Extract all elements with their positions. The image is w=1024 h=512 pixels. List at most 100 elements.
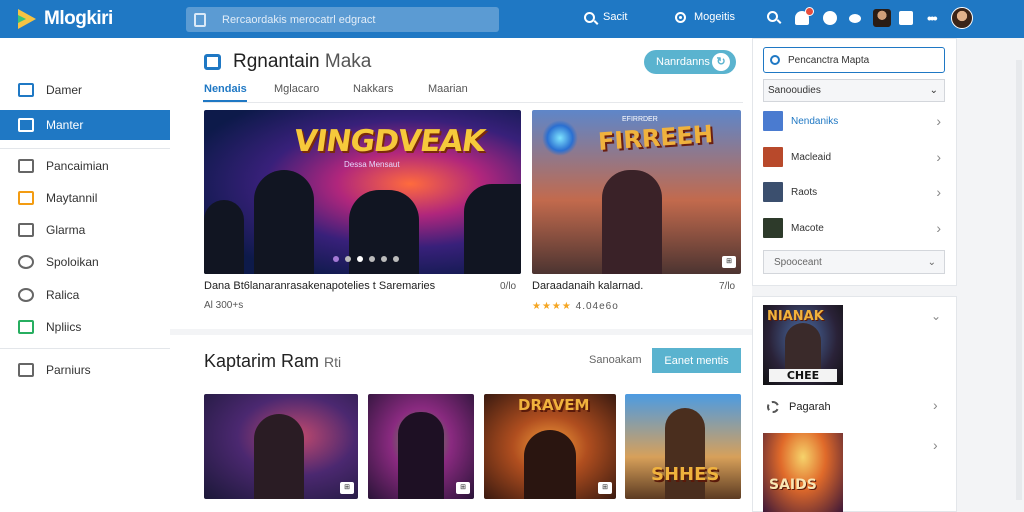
panel-link-label: Pagarah	[789, 401, 831, 413]
panel-search[interactable]	[763, 47, 945, 73]
sidebar-item-parniurs[interactable]: Parniurs	[0, 355, 170, 385]
sidebar-item-glarma[interactable]: Glarma	[0, 215, 170, 245]
search-bar[interactable]	[186, 7, 499, 32]
tab-mglacaro[interactable]: Mglacaro	[274, 83, 319, 95]
sidebar-item-label: Maytannil	[46, 191, 98, 205]
top-profile-link[interactable]: Mogeitis	[675, 11, 735, 23]
section-link[interactable]: Sanoakam	[589, 354, 642, 366]
search-icon	[767, 11, 778, 22]
inbox-icon[interactable]	[899, 11, 913, 25]
panel-row[interactable]: Nendaniks ›	[763, 106, 945, 136]
chevron-right-icon: ›	[936, 113, 941, 129]
featured-caption[interactable]: Daraadanaih kalarnad.	[532, 280, 643, 292]
top-bar: Mlogkiri Sacit Mogeitis •••	[0, 0, 1024, 38]
right-recommend-panel: NIANAK CHEE ⌄ Pagarah › › SAIDS	[752, 296, 957, 512]
thumb-badge-icon: ⊞	[340, 482, 354, 494]
game-thumb[interactable]: DRAVEM ⊞	[484, 394, 616, 499]
panel-search-input[interactable]	[788, 54, 938, 66]
sidebar-item-label: Pancaimian	[46, 159, 109, 173]
more-dots-icon[interactable]: •••	[927, 10, 939, 26]
sidebar-item-label: Npliics	[46, 320, 82, 334]
chevron-right-icon[interactable]: ›	[933, 397, 952, 413]
page-title: Rgnantain Maka	[233, 51, 371, 73]
card-badge-icon: ⊞	[722, 256, 736, 268]
panel-link[interactable]: Pagarah	[767, 401, 831, 413]
hero-banner[interactable]: VINGDVEAK Dessa Mensaut	[204, 110, 521, 274]
section-divider	[170, 329, 752, 335]
chevron-right-icon[interactable]: ›	[933, 437, 952, 453]
carousel-dot[interactable]	[393, 256, 399, 262]
rating-text: 4.04e6o	[575, 301, 619, 312]
sidebar-item-label: Spoloikan	[46, 255, 99, 269]
hero-subtitle: Dessa Mensaut	[344, 160, 400, 169]
refresh-icon: ↻	[712, 53, 730, 71]
top-search-link[interactable]: Sacit	[584, 11, 627, 23]
chat-icon[interactable]	[823, 11, 837, 25]
sidebar-item-maytannil[interactable]: Maytannil	[0, 183, 170, 213]
game-thumb[interactable]: ⊞	[204, 394, 358, 499]
bookmark-icon	[18, 118, 34, 132]
carousel-dots[interactable]	[333, 256, 405, 262]
carousel-dot[interactable]	[381, 256, 387, 262]
puzzle-icon	[18, 320, 34, 334]
search-icon-button[interactable]	[767, 11, 781, 25]
tab-nakkars[interactable]: Nakkars	[353, 83, 393, 95]
tab-maarian[interactable]: Maarian	[428, 83, 468, 95]
sidebar-item-ralica[interactable]: Ralica	[0, 280, 170, 310]
sidebar-item-label: Parniurs	[46, 363, 91, 377]
gear-icon	[767, 401, 779, 413]
panel-select[interactable]: Sanooudies ⌄	[763, 79, 945, 102]
chevron-down-icon[interactable]: ⌄	[931, 309, 941, 323]
section-action-button[interactable]: Eanet mentis	[652, 348, 741, 373]
section-title-light: Rti	[324, 354, 342, 370]
game-thumb[interactable]: ⊞	[368, 394, 474, 499]
panel-select-secondary[interactable]: Spooceant ⌄	[763, 250, 945, 274]
featured-card[interactable]: EFIRRDER FIRREEH ⊞	[532, 110, 741, 274]
thumb-title: SHHES	[651, 464, 720, 485]
tab-nendais[interactable]: Nendais	[204, 83, 247, 95]
search-input[interactable]	[222, 13, 492, 26]
carousel-dot[interactable]	[357, 256, 363, 262]
play-logo-icon	[18, 9, 36, 29]
recommended-card[interactable]: NIANAK CHEE	[763, 305, 843, 385]
game-thumb[interactable]: SHHES	[625, 394, 741, 499]
message-icon[interactable]	[849, 14, 861, 23]
recommended-card-secondary[interactable]: SAIDS	[763, 433, 843, 512]
sidebar-item-spoloikan[interactable]: Spoloikan	[0, 247, 170, 277]
hero-caption-count: 0/lo	[500, 281, 517, 292]
chevron-right-icon: ›	[936, 220, 941, 236]
hero-meta: Al 300+s	[204, 300, 244, 311]
row-thumb	[763, 182, 783, 202]
sidebar-item-label: Manter	[46, 118, 84, 132]
panel-row[interactable]: Macote ›	[763, 213, 945, 243]
sidebar-item-npliics[interactable]: Npliics	[0, 312, 170, 342]
document-icon	[18, 363, 34, 377]
search-icon	[770, 55, 780, 65]
sidebar-item-home[interactable]: Damer	[0, 75, 170, 105]
user-icon	[18, 255, 34, 269]
carousel-dot[interactable]	[345, 256, 351, 262]
thumb-badge-icon: ⊞	[456, 482, 470, 494]
sidebar-item-manter[interactable]: Manter	[0, 110, 170, 140]
user-avatar-small[interactable]	[873, 9, 891, 27]
row-thumb	[763, 218, 783, 238]
hero-caption[interactable]: Dana Bt6lanaranrasakenapotelies t Sarema…	[204, 280, 435, 292]
top-profile-label: Mogeitis	[694, 11, 735, 23]
main-content: Rgnantain Maka Nanrdanns ↻ Nendais Mglac…	[170, 38, 752, 512]
panel-row-label: Raots	[791, 186, 818, 198]
carousel-dot[interactable]	[333, 256, 339, 262]
header-action-button[interactable]: Nanrdanns ↻	[644, 50, 736, 74]
user-avatar[interactable]	[951, 7, 973, 29]
scrollbar[interactable]	[1016, 60, 1022, 500]
sidebar-item-pancaimian[interactable]: Pancaimian	[0, 151, 170, 181]
panel-row[interactable]: Macleaid ›	[763, 142, 945, 172]
search-icon	[584, 11, 595, 23]
sidebar-item-label: Damer	[46, 83, 83, 97]
app-logo[interactable]: Mlogkiri	[18, 8, 178, 30]
recommended-card-title: NIANAK	[767, 309, 824, 324]
active-tab-indicator	[203, 100, 247, 102]
thumb-title: DRAVEM	[518, 396, 590, 414]
panel-row[interactable]: Raots ›	[763, 177, 945, 207]
carousel-dot[interactable]	[369, 256, 375, 262]
thumb-badge-icon: ⊞	[598, 482, 612, 494]
